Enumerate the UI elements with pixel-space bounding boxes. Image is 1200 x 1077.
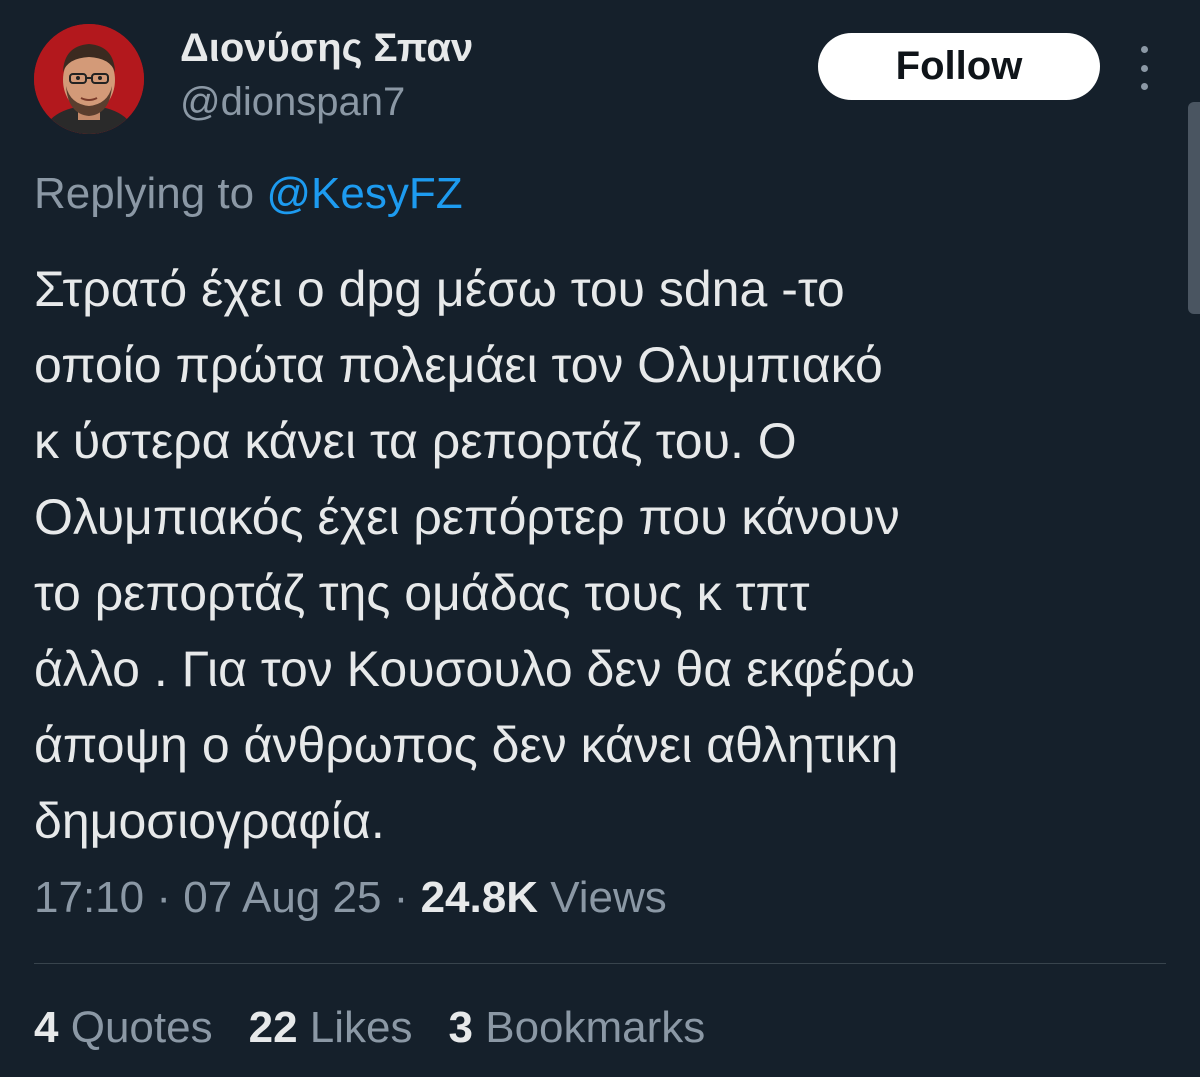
tweet-date[interactable]: 07 Aug 25 — [183, 873, 381, 922]
likes-label: Likes — [309, 1003, 413, 1052]
bookmarks-stat[interactable]: 3 Bookmarks — [449, 998, 706, 1058]
tweet-text-line: το ρεπορτάζ της ομάδας τους κ τπτ — [34, 565, 810, 621]
quotes-count: 4 — [34, 1003, 59, 1052]
tweet-text-line: δημοσιογραφία. — [34, 793, 385, 849]
bookmarks-label: Bookmarks — [485, 1003, 706, 1052]
tweet-text-line: άλλο . Για τον Κουσουλο δεν θα εκφέρω — [34, 641, 916, 697]
replying-to: Replying to @KesyFZ — [34, 164, 463, 224]
reply-mention-link[interactable]: @KesyFZ — [266, 169, 462, 218]
avatar-image — [34, 24, 144, 134]
divider — [34, 963, 1166, 964]
tweet-page: Διονύσης Σπαν @dionspan7 Follow Replying… — [0, 0, 1200, 1077]
bookmarks-count: 3 — [448, 1003, 473, 1052]
quotes-stat[interactable]: 4 Quotes — [34, 998, 213, 1058]
tweet-text-line: Ολυμπιακός έχει ρεπόρτερ που κάνουν — [34, 489, 900, 545]
follow-button[interactable]: Follow — [818, 33, 1100, 100]
replying-to-label: Replying to — [34, 169, 255, 218]
tweet-meta: 17:10 · 07 Aug 25 · 24.8K Views — [34, 868, 667, 928]
tweet-text-line: οποίο πρώτα πολεμάει τον Ολυμπιακό — [34, 337, 883, 393]
author-info: Διονύσης Σπαν @dionspan7 — [180, 24, 473, 128]
more-dot — [1140, 64, 1148, 72]
tweet-text-line: Στρατό έχει ο dpg μέσω του sdna -το — [34, 261, 845, 317]
views-count: 24.8K — [420, 873, 538, 922]
quotes-label: Quotes — [70, 1003, 213, 1052]
avatar[interactable] — [34, 24, 144, 134]
tweet-time[interactable]: 17:10 — [34, 873, 144, 922]
tweet-text-line: κ ύστερα κάνει τα ρεπορτάζ του. Ο — [34, 413, 797, 469]
tweet-text: Στρατό έχει ο dpg μέσω του sdna -το οποί… — [34, 251, 1154, 859]
more-dot — [1140, 46, 1148, 53]
meta-separator: · — [156, 873, 171, 922]
tweet-text-line: άποψη ο άνθρωπος δεν κάνει αθλητικη — [34, 717, 899, 773]
views-label: Views — [550, 873, 667, 922]
more-dot — [1140, 83, 1148, 90]
meta-separator: · — [393, 873, 409, 922]
scrollbar[interactable] — [1188, 102, 1200, 314]
author-handle[interactable]: @dionspan7 — [180, 76, 473, 128]
author-display-name[interactable]: Διονύσης Σπαν — [180, 24, 473, 72]
more-vertical-icon[interactable] — [1130, 46, 1158, 90]
engagement-stats: 4 Quotes 22 Likes 3 Bookmarks — [34, 998, 705, 1058]
likes-stat[interactable]: 22 Likes — [249, 998, 413, 1058]
likes-count: 22 — [248, 1003, 298, 1052]
